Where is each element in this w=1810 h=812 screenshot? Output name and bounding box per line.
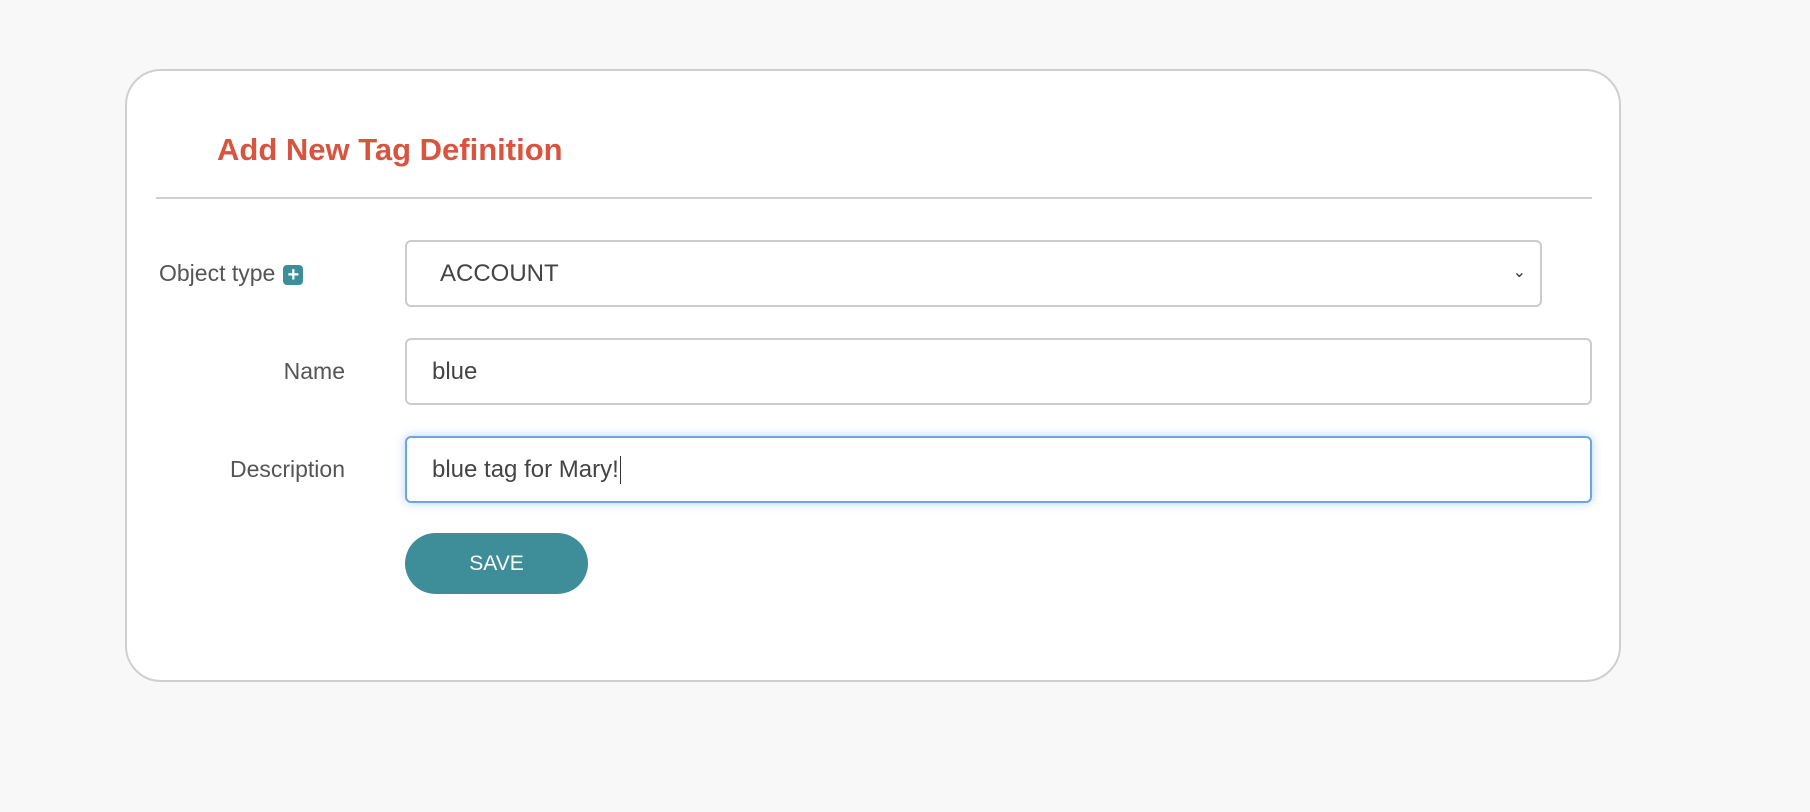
save-button[interactable]: SAVE <box>405 533 588 594</box>
chevron-down-icon: ⌄ <box>1512 264 1526 281</box>
name-value: blue <box>432 357 478 385</box>
object-type-label: Object type <box>159 260 276 286</box>
name-input[interactable]: blue <box>405 338 1592 405</box>
object-type-label-row: Object type + <box>159 260 304 287</box>
name-label: Name <box>283 358 345 384</box>
page-title: Add New Tag Definition <box>217 132 563 167</box>
description-label: Description <box>229 456 345 482</box>
description-value: blue tag for Mary! <box>432 455 619 483</box>
description-input[interactable]: blue tag for Mary! <box>405 436 1592 503</box>
object-type-select[interactable]: ACCOUNT ⌄ <box>405 240 1542 307</box>
divider <box>156 197 1592 199</box>
object-type-value: ACCOUNT <box>440 259 559 287</box>
add-object-type-icon[interactable]: + <box>283 264 304 285</box>
text-caret <box>619 455 621 484</box>
